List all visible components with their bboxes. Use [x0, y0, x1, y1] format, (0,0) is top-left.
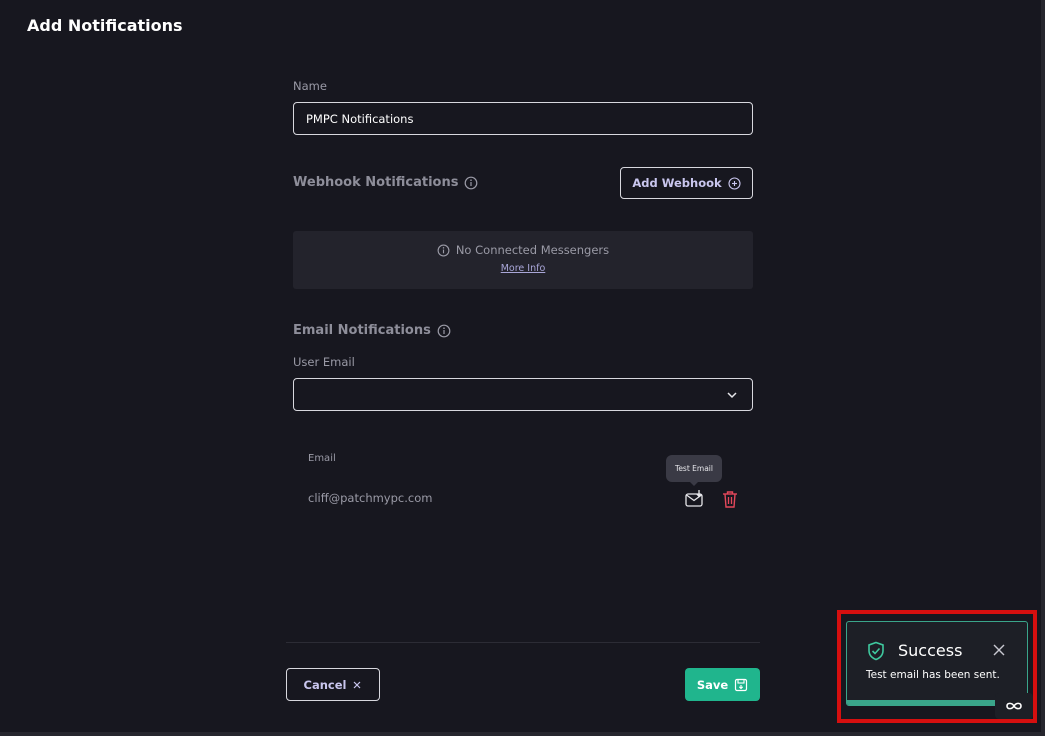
- page-title: Add Notifications: [27, 16, 183, 35]
- name-label: Name: [293, 79, 327, 93]
- cancel-button[interactable]: Cancel: [286, 668, 380, 701]
- user-email-label: User Email: [293, 355, 355, 369]
- info-icon[interactable]: [464, 176, 478, 190]
- close-icon[interactable]: [992, 643, 1006, 657]
- test-email-tooltip: Test Email: [666, 455, 722, 482]
- info-icon: [437, 244, 450, 256]
- window-edge-right: [1041, 0, 1045, 736]
- add-webhook-button[interactable]: Add Webhook: [620, 167, 753, 199]
- mail-download-icon[interactable]: [684, 489, 704, 509]
- email-notifications-title: Email Notifications: [293, 323, 431, 338]
- info-icon[interactable]: [437, 324, 451, 338]
- name-input[interactable]: [293, 102, 753, 135]
- cancel-label: Cancel: [303, 677, 347, 692]
- add-webhook-label: Add Webhook: [632, 176, 722, 190]
- user-email-select[interactable]: [293, 378, 753, 411]
- no-messengers-panel: No Connected Messengers More Info: [293, 231, 753, 289]
- infinity-badge[interactable]: [995, 693, 1033, 719]
- footer-divider: [286, 642, 760, 643]
- toast-message: Test email has been sent.: [866, 669, 1000, 681]
- email-column-header: Email: [308, 453, 336, 464]
- infinity-icon: [1006, 702, 1022, 710]
- window-edge-bottom: [0, 732, 1045, 736]
- tooltip-arrow: [689, 481, 699, 486]
- no-messengers-line: No Connected Messengers: [293, 243, 753, 257]
- webhook-notifications-title: Webhook Notifications: [293, 175, 459, 190]
- chevron-down-icon: [727, 392, 737, 399]
- plus-circle-icon: [728, 176, 741, 190]
- close-icon: [354, 681, 361, 688]
- webhook-notifications-heading: Webhook Notifications: [293, 175, 478, 190]
- save-label: Save: [696, 677, 729, 692]
- toast-progress-bar: [847, 700, 995, 705]
- email-notifications-heading: Email Notifications: [293, 323, 451, 338]
- shield-check-icon: [868, 641, 884, 661]
- no-messengers-text: No Connected Messengers: [455, 243, 610, 257]
- email-row-address: cliff@patchmypc.com: [308, 491, 433, 505]
- save-icon: [735, 678, 748, 691]
- save-button[interactable]: Save: [685, 668, 760, 701]
- trash-icon[interactable]: [720, 489, 740, 509]
- more-info-link[interactable]: More Info: [293, 263, 753, 274]
- toast-title: Success: [898, 641, 963, 660]
